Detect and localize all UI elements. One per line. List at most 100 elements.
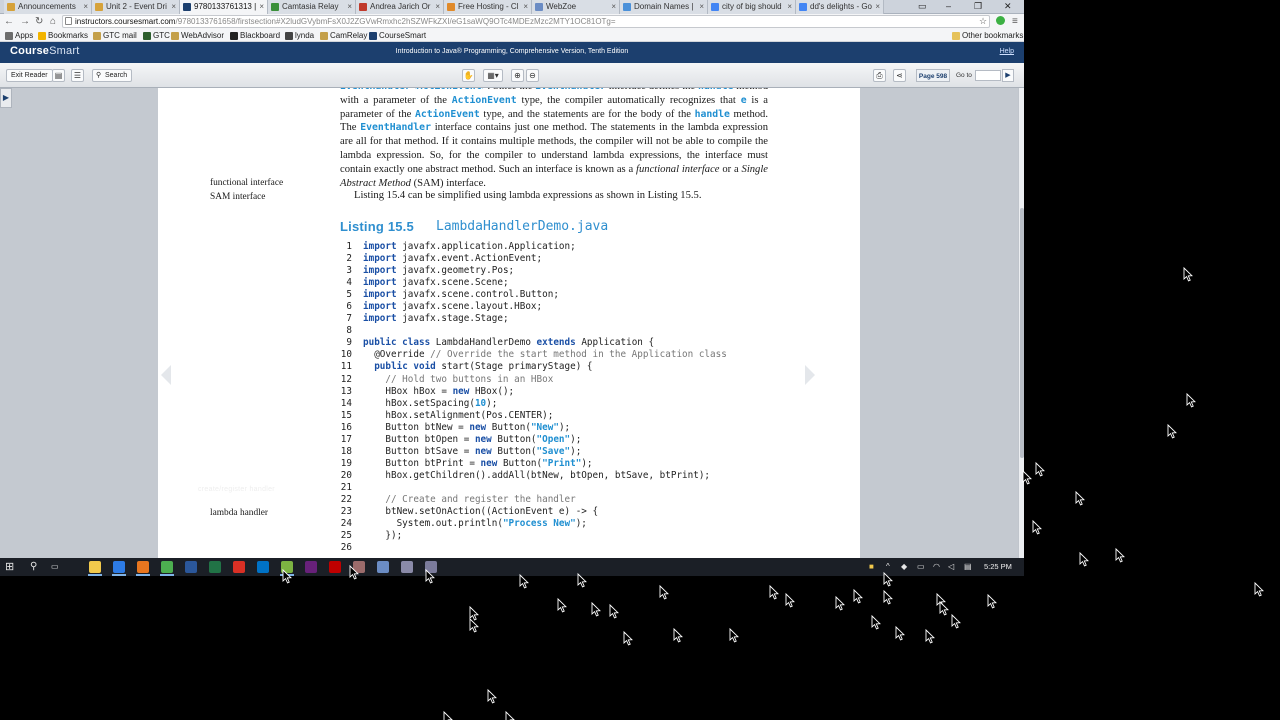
browser-tab[interactable]: WebZoe × [532, 0, 620, 14]
browser-tab[interactable]: Camtasia Relay × [268, 0, 356, 14]
next-page-arrow[interactable] [805, 365, 815, 385]
action-center-icon[interactable]: ▤ [964, 561, 972, 573]
pan-hand-icon[interactable]: ✋ [462, 69, 475, 82]
bookmark-item[interactable]: GTC mail [93, 30, 137, 42]
url-host: instructors.coursesmart.com [75, 17, 176, 26]
task-view-icon[interactable]: ▭ [51, 561, 59, 573]
code-line: 11 public void start(Stage primaryStage)… [334, 361, 727, 373]
edge-icon[interactable] [113, 561, 125, 573]
print-icon[interactable]: ⎙ [873, 69, 886, 82]
back-icon[interactable]: ← [4, 15, 14, 28]
bookmark-item[interactable]: CourseSmart [369, 30, 426, 42]
close-window-button[interactable]: ✕ [1004, 0, 1012, 13]
show-hidden-icons[interactable]: ^ [886, 561, 890, 573]
word-icon[interactable] [185, 561, 197, 573]
menu-icon[interactable]: ≡ [1012, 15, 1018, 28]
tab-close-icon[interactable]: × [699, 0, 704, 13]
tab-close-icon[interactable]: × [259, 0, 264, 13]
browser-tab[interactable]: Free Hosting - Cl × [444, 0, 532, 14]
home-icon[interactable]: ⌂ [50, 15, 56, 28]
acrobat-icon[interactable] [233, 561, 245, 573]
layout-dropdown[interactable]: ▦▾ [483, 69, 503, 82]
profile-button[interactable]: ▭ [918, 0, 927, 13]
browser-tab[interactable]: dd's delights - Go × [796, 0, 884, 14]
browser-tab[interactable]: Unit 2 - Event Dri × [92, 0, 180, 14]
browser-tab[interactable]: Andrea Jarich Or × [356, 0, 444, 14]
search-icon[interactable]: ⚲ [30, 561, 37, 573]
chrome-icon[interactable] [161, 561, 173, 573]
bookmark-label: GTC [153, 31, 170, 40]
windows-start-icon[interactable]: ⊞ [5, 561, 14, 573]
tab-label: Unit 2 - Event Dri [106, 2, 167, 11]
bookmark-item[interactable]: Blackboard [230, 30, 280, 42]
bookmark-item[interactable]: GTC [143, 30, 170, 42]
goto-arrow-icon[interactable]: ▶ [1002, 69, 1014, 82]
filezilla-icon[interactable] [329, 561, 341, 573]
code-line: 21 [334, 482, 727, 494]
star-icon[interactable]: ☆ [979, 15, 987, 28]
tray-app-icon[interactable]: ■ [869, 561, 874, 573]
exit-reader-button[interactable]: Exit Reader [6, 69, 53, 82]
tab-close-icon[interactable]: × [787, 0, 792, 13]
browser-tab[interactable]: city of big should × [708, 0, 796, 14]
page-info-icon[interactable] [65, 17, 72, 25]
dropbox-icon[interactable]: ◆ [901, 561, 907, 573]
toc-icon[interactable]: ☰ [71, 69, 84, 82]
tab-close-icon[interactable]: × [523, 0, 528, 13]
reload-icon[interactable]: ↻ [35, 15, 43, 28]
bookmark-item[interactable]: CamRelay [320, 30, 367, 42]
browser-tab[interactable]: 9780133761313 | × [180, 0, 268, 14]
code-line: 7 import javafx.stage.Stage; [334, 313, 727, 325]
app2-icon[interactable] [425, 561, 437, 573]
extension-icon[interactable] [996, 16, 1005, 25]
app-icon[interactable] [353, 561, 365, 573]
tab-close-icon[interactable]: × [347, 0, 352, 13]
tab-close-icon[interactable]: × [171, 0, 176, 13]
excel-icon[interactable] [209, 561, 221, 573]
previous-page-arrow[interactable] [161, 365, 171, 385]
search-button[interactable]: ⚲ Search [92, 69, 133, 82]
wifi-icon[interactable]: ◠ [933, 561, 940, 573]
other-bookmarks[interactable]: Other bookmarks [952, 30, 1023, 42]
windows-taskbar: ⊞ ⚲ ▭ ■ ^ ◆ ▭ ◠ ◁ ▤ 5:25 PM [0, 558, 1024, 576]
taskbar-clock[interactable]: 5:25 PM [984, 558, 1012, 576]
bookmark-item[interactable]: Bookmarks [38, 30, 88, 42]
url-input[interactable]: instructors.coursesmart.com/978013376165… [62, 15, 990, 28]
forward-icon[interactable]: → [20, 15, 30, 28]
goto-page-input[interactable] [975, 70, 1001, 81]
outlook-icon[interactable] [257, 561, 269, 573]
zoom-in-icon[interactable]: ⊕ [511, 69, 524, 82]
page-view-icon[interactable]: ▤ [52, 69, 65, 82]
sidebar-expand-icon[interactable]: ▶ [0, 88, 12, 108]
help-link[interactable]: Help [1000, 48, 1014, 55]
firefox-icon[interactable] [137, 561, 149, 573]
scrollbar-thumb[interactable] [1020, 208, 1024, 458]
tab-close-icon[interactable]: × [83, 0, 88, 13]
browser-tab[interactable]: Announcements × [4, 0, 92, 14]
minimize-button[interactable]: – [946, 0, 951, 13]
visual-studio-icon[interactable] [305, 561, 317, 573]
tab-close-icon[interactable]: × [435, 0, 440, 13]
vertical-scrollbar[interactable] [1018, 88, 1024, 558]
address-bar-row: ← → ↻ ⌂ instructors.coursesmart.com/9780… [0, 14, 1024, 30]
volume-icon[interactable]: ◁ [948, 561, 954, 573]
browser-tab[interactable]: Domain Names | × [620, 0, 708, 14]
zoom-out-icon[interactable]: ⊖ [526, 69, 539, 82]
file-explorer-icon[interactable] [89, 561, 101, 573]
tab-close-icon[interactable]: × [875, 0, 880, 13]
notepad-plus-icon[interactable] [281, 561, 293, 573]
bookmark-label: CourseSmart [379, 31, 427, 40]
bookmark-item[interactable]: lynda [285, 30, 314, 42]
globe-icon[interactable] [377, 561, 389, 573]
code-line: 2 import javafx.event.ActionEvent; [334, 253, 727, 265]
share-icon[interactable]: ⋖ [893, 69, 906, 82]
restore-button[interactable]: ❐ [974, 0, 982, 13]
tab-favicon-icon [7, 3, 15, 11]
mouse-cursor-icon [673, 627, 683, 643]
line-number: 22 [340, 493, 352, 505]
media-icon[interactable] [401, 561, 413, 573]
tab-close-icon[interactable]: × [611, 0, 616, 13]
bookmark-item[interactable]: Apps [5, 30, 33, 42]
battery-icon[interactable]: ▭ [917, 561, 925, 573]
bookmark-item[interactable]: WebAdvisor [171, 30, 224, 42]
